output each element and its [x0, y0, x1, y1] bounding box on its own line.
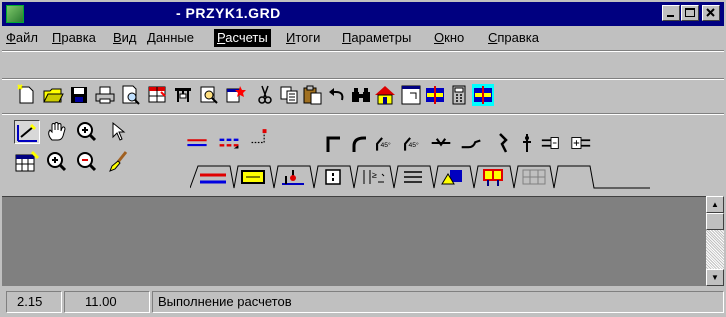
app-window: - PRZYK1.GRD Файл Правка Вид Данные Расч…: [0, 0, 726, 317]
zoom-out-icon[interactable]: [74, 150, 100, 174]
minimize-button[interactable]: [662, 5, 680, 21]
hand-pan-icon[interactable]: [44, 120, 70, 144]
split-active-icon[interactable]: [472, 84, 494, 106]
menu-data[interactable]: Данные: [147, 30, 194, 45]
menu-separator: [2, 50, 724, 52]
pipe-line-icon[interactable]: [186, 132, 218, 154]
calc-star-icon[interactable]: [224, 84, 246, 106]
elbow-round-icon[interactable]: [348, 132, 370, 154]
maximize-button[interactable]: [681, 5, 699, 21]
drawing-workspace[interactable]: [2, 196, 706, 286]
tab-grid-icon[interactable]: [516, 166, 552, 188]
close-button[interactable]: [702, 5, 720, 21]
zoom-preview-icon[interactable]: [198, 84, 220, 106]
menu-bar: Файл Правка Вид Данные Расчеты Итоги Пар…: [2, 27, 724, 49]
find-icon[interactable]: [350, 84, 372, 106]
element-tabs: ≥: [190, 164, 650, 190]
elbow-90-icon[interactable]: [322, 132, 344, 154]
tab-list-icon[interactable]: [396, 166, 432, 188]
app-icon[interactable]: [6, 5, 24, 23]
menu-calculations[interactable]: Расчеты: [214, 29, 271, 47]
status-field-1: 2.15: [6, 291, 62, 313]
pointer-icon[interactable]: [106, 120, 132, 144]
elbow-45b-icon[interactable]: 45°: [400, 132, 426, 154]
undo-icon[interactable]: [326, 84, 348, 106]
svg-text:45°: 45°: [380, 141, 391, 149]
frame-icon[interactable]: [400, 84, 422, 106]
toolbar-separator-top: [2, 78, 724, 80]
connector2-icon[interactable]: [570, 132, 594, 154]
open-folder-icon[interactable]: [42, 84, 64, 106]
scroll-up-button[interactable]: ▲: [706, 196, 724, 213]
print-icon[interactable]: [94, 84, 116, 106]
curve-icon[interactable]: [460, 132, 486, 154]
tab-lines-icon[interactable]: [196, 166, 232, 188]
print-preview-icon[interactable]: [120, 84, 142, 106]
save-icon[interactable]: [68, 84, 90, 106]
table-edit-icon[interactable]: [14, 150, 40, 174]
element-toolbar: 45° 45°: [178, 118, 658, 162]
menu-results[interactable]: Итоги: [286, 30, 320, 45]
title-bar[interactable]: - PRZYK1.GRD: [2, 2, 724, 26]
menu-view[interactable]: Вид: [113, 30, 137, 45]
tab-shapes-icon[interactable]: [436, 166, 472, 188]
toolbar-separator-bottom: [2, 113, 724, 115]
svg-text:45°: 45°: [408, 141, 419, 149]
valve-icon[interactable]: [430, 132, 456, 154]
scroll-thumb[interactable]: [706, 213, 724, 230]
main-toolbar: [2, 82, 724, 112]
elbow-45-icon[interactable]: 45°: [372, 132, 398, 154]
copy-icon[interactable]: [278, 84, 300, 106]
menu-window[interactable]: Окно: [434, 30, 464, 45]
zoom-in-icon[interactable]: [74, 120, 100, 144]
cut-icon[interactable]: [254, 84, 276, 106]
status-message: Выполнение расчетов: [152, 291, 724, 313]
home-icon[interactable]: [374, 84, 396, 106]
tab-color-icon[interactable]: [476, 166, 512, 188]
tab-fixture-icon[interactable]: [276, 166, 312, 188]
svg-text:≥: ≥: [372, 170, 377, 180]
calculator-icon[interactable]: [448, 84, 470, 106]
brush-icon[interactable]: [106, 150, 132, 174]
tab-box-icon[interactable]: [316, 166, 352, 188]
tab-radiator-icon[interactable]: [236, 166, 272, 188]
tab-valve-icon[interactable]: ≥: [356, 166, 392, 188]
status-bar: 2.15 11.00 Выполнение расчетов: [2, 288, 724, 315]
menu-help[interactable]: Справка: [488, 30, 539, 45]
table-icon[interactable]: [172, 84, 194, 106]
connector-icon[interactable]: [540, 132, 564, 154]
split-icon[interactable]: [424, 84, 446, 106]
pin-icon[interactable]: [516, 132, 538, 154]
status-field-2: 11.00: [64, 291, 150, 313]
menu-file[interactable]: Файл: [6, 30, 38, 45]
vertical-scrollbar[interactable]: ▲ ▼: [706, 196, 724, 286]
tool-palette: [14, 120, 174, 186]
pipe-dashed-icon[interactable]: [218, 132, 246, 154]
paste-icon[interactable]: [302, 84, 324, 106]
window-title: - PRZYK1.GRD: [176, 5, 281, 21]
menu-edit[interactable]: Правка: [52, 30, 96, 45]
menu-parameters[interactable]: Параметры: [342, 30, 411, 45]
draw-icon[interactable]: [14, 120, 40, 144]
zoom-in-round-icon[interactable]: [44, 150, 70, 174]
bracket-icon[interactable]: [492, 132, 514, 154]
new-file-icon[interactable]: [16, 84, 38, 106]
pipe-end-icon[interactable]: [250, 126, 278, 148]
table-red-icon[interactable]: [146, 84, 168, 106]
scroll-down-button[interactable]: ▼: [706, 269, 724, 286]
